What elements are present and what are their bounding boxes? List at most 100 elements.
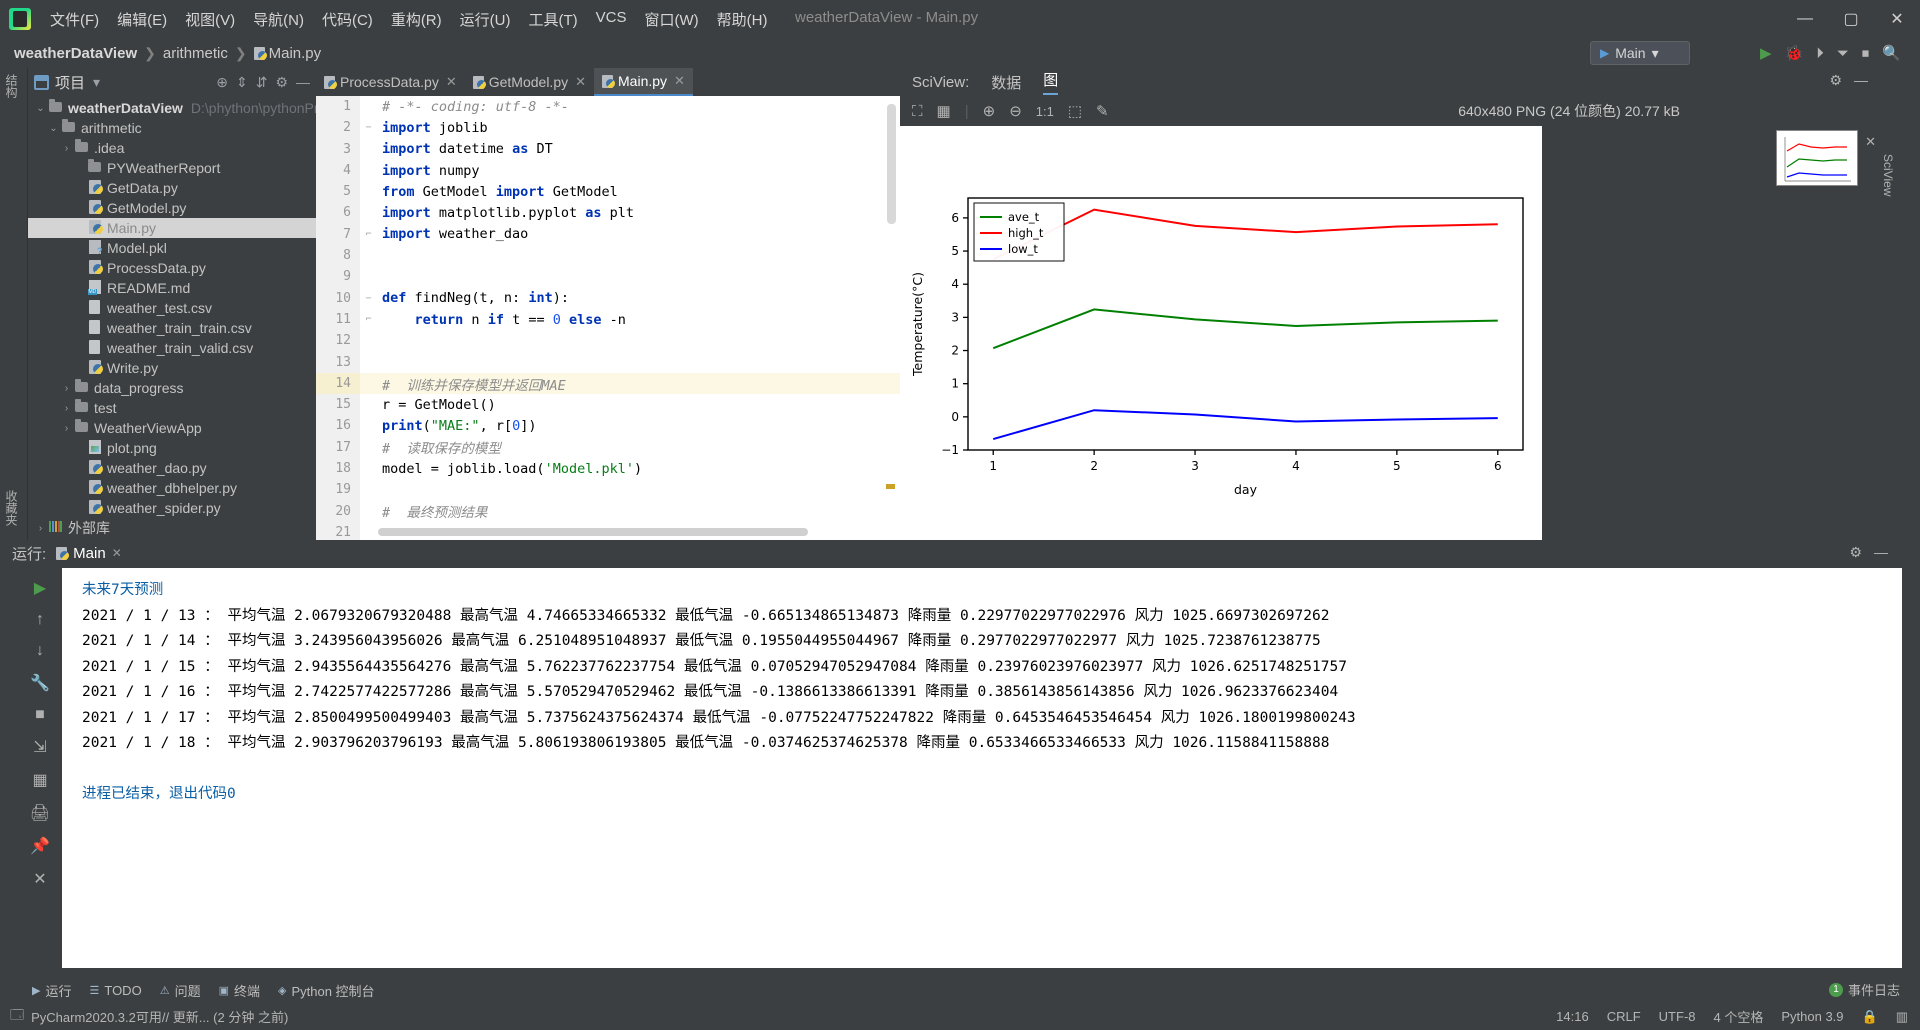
- tree-item-12[interactable]: weather_train_valid.csv: [28, 338, 316, 358]
- stop-button[interactable]: ⏹: [1857, 43, 1875, 64]
- code-line[interactable]: 3import datetime as DT: [316, 139, 900, 160]
- code-line[interactable]: 17# 读取保存的模型: [316, 437, 900, 458]
- tree-item-16[interactable]: ›WeatherViewApp: [28, 418, 316, 438]
- fold-marker[interactable]: ⌐: [360, 229, 377, 240]
- wrench-icon[interactable]: 🔧: [30, 673, 50, 693]
- sciview-tab-data[interactable]: 数据: [991, 72, 1021, 93]
- run-tab-main[interactable]: Main ✕: [56, 545, 122, 562]
- plot-canvas[interactable]: −10123456123456dayTemperature(°C)ave_thi…: [900, 126, 1542, 540]
- bottom-tab-4[interactable]: ◈Python 控制台: [278, 981, 375, 1000]
- rerun-icon[interactable]: ▶: [34, 578, 46, 598]
- menu-item-2[interactable]: 视图(V): [176, 5, 244, 34]
- tree-item-20[interactable]: weather_spider.py: [28, 498, 316, 518]
- tree-expand-arrow[interactable]: ›: [60, 423, 73, 434]
- plot-thumbnail[interactable]: [1776, 130, 1858, 186]
- close-tab-icon[interactable]: ✕: [575, 74, 586, 90]
- run-panel-settings-icon[interactable]: ⚙: [1849, 544, 1862, 561]
- notification-icon[interactable]: 🗔: [10, 1006, 24, 1028]
- tree-item-15[interactable]: ›test: [28, 398, 316, 418]
- editor-error-marker[interactable]: [886, 484, 895, 489]
- tree-item-10[interactable]: weather_test.csv: [28, 298, 316, 318]
- tree-item-19[interactable]: weather_dbhelper.py: [28, 478, 316, 498]
- code-line[interactable]: 6import matplotlib.pyplot as plt: [316, 202, 900, 223]
- sciview-settings-icon[interactable]: ⚙: [1829, 72, 1842, 89]
- tree-item-17[interactable]: plot.png: [28, 438, 316, 458]
- fold-marker[interactable]: −: [360, 293, 377, 304]
- tree-item-6[interactable]: Main.py: [28, 218, 316, 238]
- console-output[interactable]: 未来7天预测2021 / 1 / 13 ： 平均气温 2.06793206793…: [62, 568, 1902, 968]
- editor-tab-0[interactable]: ProcessData.py✕: [316, 68, 465, 96]
- menu-item-5[interactable]: 重构(R): [382, 5, 451, 34]
- tree-item-3[interactable]: PYWeatherReport: [28, 158, 316, 178]
- menu-item-9[interactable]: 窗口(W): [635, 5, 707, 34]
- bottom-tab-0[interactable]: ▶运行: [32, 981, 71, 1000]
- code-line[interactable]: 8: [316, 245, 900, 266]
- tree-item-5[interactable]: GetModel.py: [28, 198, 316, 218]
- tree-expand-arrow[interactable]: ›: [34, 523, 47, 534]
- tree-item-11[interactable]: weather_train_train.csv: [28, 318, 316, 338]
- grid-icon[interactable]: ▦: [32, 770, 47, 790]
- close-icon[interactable]: ✕: [33, 869, 46, 889]
- sidebar-tab-favorites[interactable]: 收藏夹: [0, 484, 23, 532]
- editor-vertical-scrollbar[interactable]: [887, 104, 896, 224]
- up-arrow-icon[interactable]: ↑: [36, 611, 44, 629]
- tree-item-4[interactable]: GetData.py: [28, 178, 316, 198]
- editor-tab-1[interactable]: GetModel.py✕: [465, 68, 594, 96]
- color-picker-icon[interactable]: ✎: [1096, 102, 1109, 120]
- fold-marker[interactable]: −: [360, 122, 377, 133]
- bottom-tab-3[interactable]: ▣终端: [219, 981, 260, 1000]
- code-line[interactable]: 12: [316, 330, 900, 351]
- code-line[interactable]: 14# 训练并保存模型并返回MAE: [316, 373, 900, 394]
- tree-item-18[interactable]: weather_dao.py: [28, 458, 316, 478]
- code-line[interactable]: 5from GetModel import GetModel: [316, 181, 900, 202]
- code-line[interactable]: 9: [316, 266, 900, 287]
- tree-expand-arrow[interactable]: ⌄: [47, 123, 60, 134]
- run-panel-hide-icon[interactable]: —: [1874, 544, 1888, 560]
- code-line[interactable]: 7⌐import weather_dao: [316, 224, 900, 245]
- locate-file-icon[interactable]: ⊕: [216, 74, 228, 91]
- run-configuration-selector[interactable]: ▶ Main ▾: [1590, 41, 1690, 65]
- sciview-tab-plot[interactable]: 图: [1043, 69, 1058, 95]
- tree-item-2[interactable]: ›.idea: [28, 138, 316, 158]
- close-button[interactable]: ✕: [1874, 0, 1920, 38]
- tree-item-1[interactable]: ⌄arithmetic: [28, 118, 316, 138]
- stop-icon[interactable]: ■: [35, 706, 45, 724]
- breadcrumb-file[interactable]: Main.py: [269, 45, 322, 62]
- fit-window-icon[interactable]: ⬚: [1068, 102, 1082, 120]
- bottom-tab-2[interactable]: ⚠问题: [160, 981, 201, 1000]
- code-line[interactable]: 4import numpy: [316, 160, 900, 181]
- expand-all-icon[interactable]: ⇕: [236, 74, 248, 91]
- print-icon[interactable]: 🖨: [30, 803, 50, 823]
- pin-icon[interactable]: 📌: [30, 836, 50, 856]
- tree-item-9[interactable]: README.md: [28, 278, 316, 298]
- actual-size-icon[interactable]: 1:1: [1036, 104, 1054, 119]
- fold-marker[interactable]: ⌐: [360, 314, 377, 325]
- project-tree[interactable]: ⌄weatherDataViewD:\phython\pythonPro⌄ari…: [28, 98, 316, 538]
- close-tab-icon[interactable]: ✕: [446, 74, 457, 90]
- status-interpreter[interactable]: Python 3.9: [1781, 1009, 1843, 1024]
- tree-item-14[interactable]: ›data_progress: [28, 378, 316, 398]
- menu-item-8[interactable]: VCS: [587, 5, 636, 34]
- collapse-all-icon[interactable]: ⇵: [256, 74, 268, 91]
- code-line[interactable]: 10−def findNeg(t, n: int):: [316, 288, 900, 309]
- hide-all-icon[interactable]: ▥: [1896, 1009, 1908, 1025]
- menu-item-10[interactable]: 帮助(H): [708, 5, 777, 34]
- zoom-in-icon[interactable]: ⊕: [983, 102, 996, 120]
- editor-horizontal-scrollbar[interactable]: [378, 528, 808, 536]
- menu-item-7[interactable]: 工具(T): [519, 5, 586, 34]
- menu-item-1[interactable]: 编辑(E): [108, 5, 176, 34]
- code-text-area[interactable]: 1# -*- coding: utf-8 -*-2−import joblib3…: [316, 96, 900, 540]
- menu-item-4[interactable]: 代码(C): [313, 5, 382, 34]
- tree-expand-arrow[interactable]: ›: [60, 403, 73, 414]
- code-line[interactable]: 18model = joblib.load('Model.pkl'): [316, 458, 900, 479]
- menu-item-3[interactable]: 导航(N): [244, 5, 313, 34]
- hide-panel-icon[interactable]: —: [296, 74, 310, 90]
- sciview-hide-icon[interactable]: —: [1854, 72, 1868, 88]
- chevron-down-icon[interactable]: ▾: [93, 74, 100, 91]
- close-tab-icon[interactable]: ✕: [674, 73, 685, 89]
- grid-icon[interactable]: ▦: [937, 102, 951, 120]
- debug-button[interactable]: 🐞: [1780, 42, 1809, 64]
- search-everywhere-icon[interactable]: 🔍: [1877, 42, 1906, 64]
- menu-item-0[interactable]: 文件(F): [41, 5, 108, 34]
- menu-item-6[interactable]: 运行(U): [451, 5, 520, 34]
